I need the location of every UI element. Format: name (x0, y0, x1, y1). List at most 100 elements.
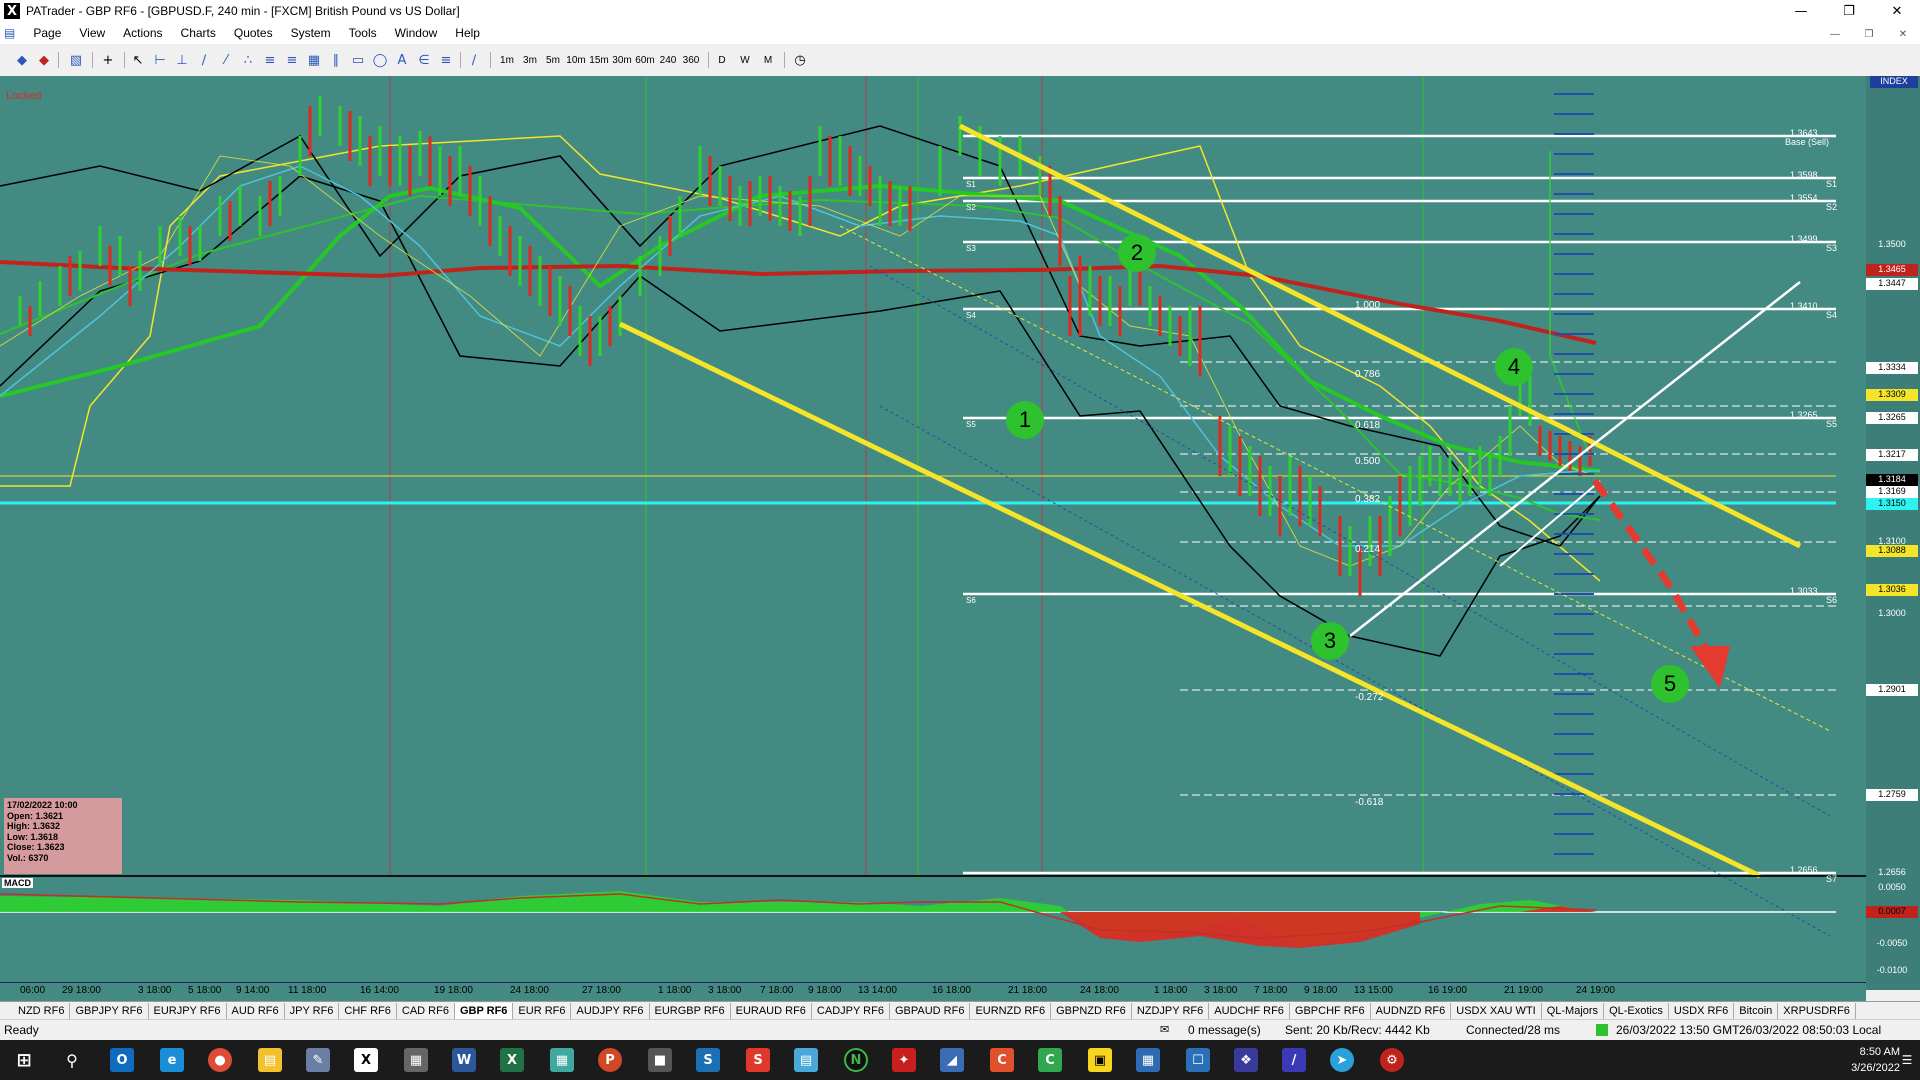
tab-gbpaud-rf6[interactable]: GBPAUD RF6 (890, 1003, 971, 1019)
cycle-icon[interactable]: ∥ (326, 50, 346, 70)
patrader-icon[interactable]: X (354, 1048, 378, 1072)
app-icon-n[interactable]: N (844, 1048, 868, 1072)
app-icon-h[interactable]: ☐ (1186, 1048, 1210, 1072)
outlook-icon[interactable]: O (110, 1048, 134, 1072)
tab-cadjpy-rf6[interactable]: CADJPY RF6 (812, 1003, 890, 1019)
sell-icon[interactable]: ◆ (34, 50, 54, 70)
menu-quotes[interactable]: Quotes (225, 26, 282, 40)
app-icon-f[interactable]: C (1038, 1048, 1062, 1072)
chart-type-icon[interactable]: ▧ (66, 50, 86, 70)
tab-chf-rf6[interactable]: CHF RF6 (339, 1003, 397, 1019)
mdi-minimize-button[interactable]: — (1824, 26, 1846, 42)
period-w[interactable]: W (734, 50, 756, 70)
period-30m[interactable]: 30m (611, 50, 633, 70)
app-icon-bird[interactable]: ✦ (892, 1048, 916, 1072)
app-icon-c[interactable]: ▤ (794, 1048, 818, 1072)
clock-time[interactable]: 8:50 AM (1780, 1046, 1900, 1058)
tab-usdx-rf6[interactable]: USDX RF6 (1669, 1003, 1735, 1019)
clock-date[interactable]: 3/26/2022 (1780, 1062, 1900, 1074)
menu-tools[interactable]: Tools (340, 26, 386, 40)
tab-euraud-rf6[interactable]: EURAUD RF6 (731, 1003, 812, 1019)
menu-view[interactable]: View (70, 26, 114, 40)
price-chart[interactable]: Locked INDEX 1.3643 Base (Sell) 1.3598 S… (0, 76, 1920, 990)
period-240[interactable]: 240 (657, 50, 679, 70)
tab-nzd-rf6[interactable]: NZD RF6 (0, 1003, 71, 1019)
buy-icon[interactable]: ◆ (12, 50, 32, 70)
app-icon-k[interactable]: ⚙ (1380, 1048, 1404, 1072)
windows-start-icon[interactable]: ⊞ (12, 1048, 36, 1072)
trendline-icon[interactable]: ∕ (194, 50, 214, 70)
tab-bitcoin[interactable]: Bitcoin (1734, 1003, 1779, 1019)
tab-usdx-xau-wti[interactable]: USDX XAU WTI (1451, 1003, 1542, 1019)
mdi-close-button[interactable]: ✕ (1892, 26, 1914, 42)
ellipse-icon[interactable]: ◯ (370, 50, 390, 70)
chrome-icon[interactable]: ● (208, 1048, 232, 1072)
period-15m[interactable]: 15m (588, 50, 610, 70)
vline-icon[interactable]: ⊥ (172, 50, 192, 70)
period-60m[interactable]: 60m (634, 50, 656, 70)
search-icon[interactable]: ⚲ (60, 1048, 84, 1072)
telegram-icon[interactable]: ➤ (1330, 1048, 1354, 1072)
period-m[interactable]: M (757, 50, 779, 70)
pitchfork-icon[interactable]: ∈ (414, 50, 434, 70)
channel-icon[interactable]: ⁄ (216, 50, 236, 70)
app-icon-j[interactable]: / (1282, 1048, 1306, 1072)
menu-system[interactable]: System (282, 26, 340, 40)
cursor-icon[interactable]: ↖ (128, 50, 148, 70)
tab-nzdjpy-rf6[interactable]: NZDJPY RF6 (1132, 1003, 1210, 1019)
app-icon-a[interactable]: ▦ (550, 1048, 574, 1072)
crosshair-icon[interactable]: + (98, 50, 118, 70)
menu-page[interactable]: Page (24, 26, 70, 40)
rectangle-icon[interactable]: ▭ (348, 50, 368, 70)
text-tool-icon[interactable]: A (392, 50, 412, 70)
tab-audnzd-rf6[interactable]: AUDNZD RF6 (1371, 1003, 1452, 1019)
menu-window[interactable]: Window (386, 26, 447, 40)
minimize-button[interactable]: — (1778, 0, 1824, 22)
menu-charts[interactable]: Charts (172, 26, 225, 40)
tab-jpy-rf6[interactable]: JPY RF6 (285, 1003, 340, 1019)
fib-retracement-icon[interactable]: ≡ (260, 50, 280, 70)
fib-fan-icon[interactable]: ∴ (238, 50, 258, 70)
tab-eurnzd-rf6[interactable]: EURNZD RF6 (970, 1003, 1052, 1019)
close-button[interactable]: ✕ (1874, 0, 1920, 22)
tab-gbp-rf6[interactable]: GBP RF6 (454, 1003, 514, 1019)
period-10m[interactable]: 10m (565, 50, 587, 70)
menu-help[interactable]: Help (446, 26, 489, 40)
chart-menu-icon[interactable]: ▤ (0, 26, 24, 40)
tab-gbpchf-rf6[interactable]: GBPCHF RF6 (1290, 1003, 1371, 1019)
menu-actions[interactable]: Actions (114, 26, 171, 40)
powerpoint-icon[interactable]: P (598, 1048, 622, 1072)
period-3m[interactable]: 3m (519, 50, 541, 70)
tab-gbpjpy-rf6[interactable]: GBPJPY RF6 (70, 1003, 149, 1019)
tab-eurgbp-rf6[interactable]: EURGBP RF6 (650, 1003, 731, 1019)
app-icon-g[interactable]: ▦ (1136, 1048, 1160, 1072)
calculator-icon[interactable]: ▦ (404, 1048, 428, 1072)
clock-icon[interactable]: ◷ (790, 50, 810, 70)
tab-ql-majors[interactable]: QL-Majors (1542, 1003, 1605, 1019)
period-1m[interactable]: 1m (496, 50, 518, 70)
sticky-notes-icon[interactable]: ▣ (1088, 1048, 1112, 1072)
tab-cad-rf6[interactable]: CAD RF6 (397, 1003, 455, 1019)
fib-extension-icon[interactable]: ≡ (282, 50, 302, 70)
app-icon-b[interactable]: ■ (648, 1048, 672, 1072)
period-5m[interactable]: 5m (542, 50, 564, 70)
period-d[interactable]: D (711, 50, 733, 70)
notepad-icon[interactable]: ✎ (306, 1048, 330, 1072)
app-icon-i[interactable]: ❖ (1234, 1048, 1258, 1072)
line-study-icon[interactable]: ∕ (464, 50, 484, 70)
tab-audchf-rf6[interactable]: AUDCHF RF6 (1209, 1003, 1290, 1019)
tab-eurjpy-rf6[interactable]: EURJPY RF6 (149, 1003, 227, 1019)
tab-xrpusdrf6[interactable]: XRPUSDRF6 (1778, 1003, 1856, 1019)
tab-audjpy-rf6[interactable]: AUDJPY RF6 (571, 1003, 650, 1019)
app-icon-e[interactable]: C (990, 1048, 1014, 1072)
tab-eur-rf6[interactable]: EUR RF6 (513, 1003, 572, 1019)
file-explorer-icon[interactable]: ▤ (258, 1048, 282, 1072)
notifications-icon[interactable]: ☰ (1900, 1050, 1914, 1070)
tab-gbpnzd-rf6[interactable]: GBPNZD RF6 (1051, 1003, 1132, 1019)
tab-ql-exotics[interactable]: QL-Exotics (1604, 1003, 1669, 1019)
excel-icon[interactable]: X (500, 1048, 524, 1072)
maximize-button[interactable]: ❐ (1826, 0, 1872, 22)
word-icon[interactable]: W (452, 1048, 476, 1072)
hline-icon[interactable]: ⊢ (150, 50, 170, 70)
skype-icon[interactable]: S (696, 1048, 720, 1072)
